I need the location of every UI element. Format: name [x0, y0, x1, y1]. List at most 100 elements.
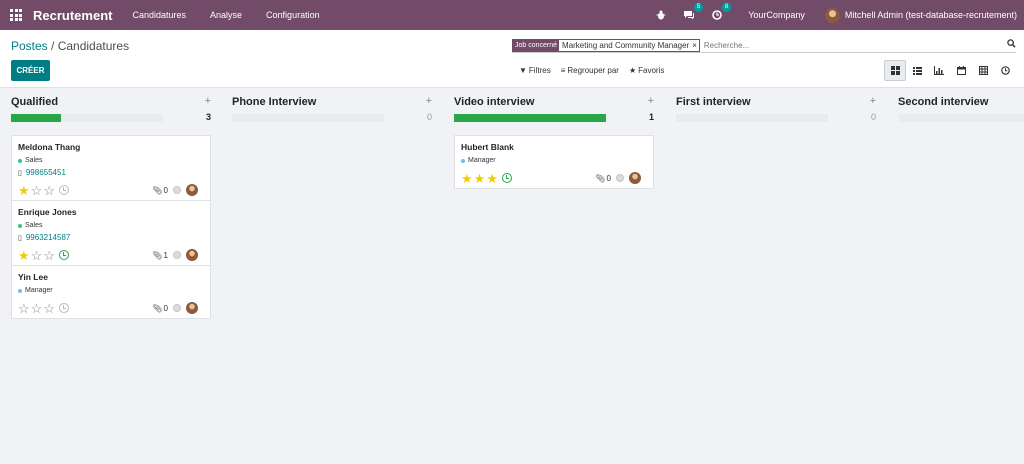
paperclip-icon: 📎︎	[595, 173, 606, 183]
kanban-card[interactable]: Enrique Jones Sales ▯ 9963214587 ★ ☆ ☆ 📎︎ 1	[12, 201, 210, 266]
kanban-state-icon[interactable]	[173, 304, 181, 312]
phone-number[interactable]: 998655451	[26, 168, 66, 177]
favorites-label: Favoris	[638, 66, 665, 75]
search-icon[interactable]	[1007, 39, 1016, 50]
favorites-button[interactable]: ★ Favoris	[629, 66, 664, 75]
menu-analyse[interactable]: Analyse	[210, 10, 242, 20]
column-title[interactable]: Phone Interview	[232, 96, 316, 108]
star-icon[interactable]: ☆	[31, 302, 43, 315]
user-menu[interactable]: Mitchell Admin (test-database-recrutemen…	[845, 10, 1017, 20]
mobile-icon: ▯	[18, 234, 22, 242]
progress-fill	[11, 114, 62, 122]
control-panel: Postes / Candidatures Job concerné Marke…	[0, 30, 1024, 88]
kanban-board: Qualified + 3 Meldona Thang Sales ▯ 99865…	[0, 89, 1024, 464]
breadcrumb: Postes / Candidatures	[11, 39, 129, 53]
activity-view-icon[interactable]	[994, 60, 1016, 81]
activity-clock-icon[interactable]	[501, 173, 512, 183]
apps-menu-icon[interactable]	[10, 9, 22, 21]
search-input[interactable]	[703, 40, 964, 50]
quick-create-button[interactable]: +	[648, 95, 654, 107]
column-progress-bar[interactable]	[676, 114, 828, 122]
assignee-avatar[interactable]	[186, 302, 198, 314]
create-button[interactable]: CRÉER	[11, 60, 50, 81]
star-icon[interactable]: ☆	[31, 184, 43, 197]
card-meta: 📎︎ 0	[152, 302, 198, 314]
quick-create-button[interactable]: +	[870, 95, 876, 107]
column-progress-bar[interactable]	[454, 114, 606, 122]
pivot-view-icon[interactable]	[972, 60, 994, 81]
column-title[interactable]: Second interview	[898, 96, 988, 108]
kanban-view-icon[interactable]	[884, 60, 906, 81]
star-icon[interactable]: ★	[474, 172, 486, 185]
star-icon[interactable]: ★	[486, 172, 498, 185]
column-progress-bar[interactable]	[898, 114, 1024, 122]
column-header: Phone Interview +	[232, 89, 432, 109]
activities-icon[interactable]: 8	[710, 3, 732, 22]
calendar-view-icon[interactable]	[950, 60, 972, 81]
bug-icon[interactable]	[654, 8, 668, 22]
column-title[interactable]: Video interview	[454, 96, 535, 108]
phone-number[interactable]: 9963214587	[26, 233, 71, 242]
star-icon[interactable]: ☆	[31, 249, 43, 262]
card-footer: ★ ★ ★ 📎︎ 0	[461, 168, 647, 188]
tag-dot-icon	[18, 158, 22, 163]
tag-label: Sales	[25, 222, 43, 229]
activity-clock-icon[interactable]	[58, 185, 69, 195]
kanban-card[interactable]: Hubert Blank Manager ★ ★ ★ 📎︎ 0	[455, 136, 653, 188]
tag: Sales	[18, 222, 204, 229]
tag-dot-icon	[461, 158, 465, 163]
column-cards: Hubert Blank Manager ★ ★ ★ 📎︎ 0	[454, 135, 654, 189]
assignee-avatar[interactable]	[186, 249, 198, 261]
attachment-count: 0	[163, 185, 168, 195]
column-header: Video interview +	[454, 89, 654, 109]
menu-candidatures[interactable]: Candidatures	[132, 10, 186, 20]
filters-button[interactable]: ▼ Filtres	[519, 66, 551, 75]
groupby-button[interactable]: ≡ Regrouper par	[561, 66, 619, 75]
list-view-icon[interactable]	[906, 60, 928, 81]
company-switcher[interactable]: YourCompany	[748, 10, 805, 20]
kanban-state-icon[interactable]	[173, 186, 181, 194]
phone: ▯ 9963214587	[18, 233, 204, 242]
menu-configuration[interactable]: Configuration	[266, 10, 320, 20]
kanban-card[interactable]: Yin Lee Manager ☆ ☆ ☆ 📎︎ 0	[12, 266, 210, 318]
assignee-avatar[interactable]	[186, 184, 198, 196]
card-footer: ★ ☆ ☆ 📎︎ 1	[18, 245, 204, 265]
star-icon[interactable]: ☆	[43, 184, 55, 197]
graph-view-icon[interactable]	[928, 60, 950, 81]
tag-dot-icon	[18, 223, 22, 228]
star-icon[interactable]: ★	[18, 249, 30, 262]
kanban-card[interactable]: Meldona Thang Sales ▯ 998655451 ★ ☆ ☆ 📎︎ 0	[12, 136, 210, 201]
progress-fill	[454, 114, 606, 122]
attachment-count: 0	[606, 173, 611, 183]
column-header: Qualified +	[11, 89, 211, 109]
star-icon[interactable]: ☆	[43, 302, 55, 315]
activity-clock-icon[interactable]	[58, 250, 69, 260]
column-cards: Meldona Thang Sales ▯ 998655451 ★ ☆ ☆ 📎︎ 0	[11, 135, 211, 319]
activity-clock-icon[interactable]	[58, 303, 69, 313]
kanban-state-icon[interactable]	[616, 174, 624, 182]
messages-badge: 5	[693, 3, 704, 12]
applicant-name: Enrique Jones	[18, 207, 77, 217]
priority-stars: ☆ ☆ ☆	[18, 302, 56, 315]
facet-close-icon[interactable]: ×	[692, 40, 699, 51]
mobile-icon: ▯	[18, 169, 22, 177]
user-avatar[interactable]	[824, 7, 840, 23]
kanban-state-icon[interactable]	[173, 251, 181, 259]
column-count: 3	[205, 112, 211, 122]
app-name[interactable]: Recrutement	[33, 8, 112, 23]
column-count: 0	[870, 112, 876, 122]
star-icon[interactable]: ★	[461, 172, 473, 185]
priority-stars: ★ ☆ ☆	[18, 184, 56, 197]
column-title[interactable]: Qualified	[11, 96, 58, 108]
quick-create-button[interactable]: +	[426, 95, 432, 107]
star-icon[interactable]: ★	[18, 184, 30, 197]
column-title[interactable]: First interview	[676, 96, 751, 108]
column-progress-bar[interactable]	[11, 114, 163, 122]
messages-icon[interactable]: 5	[682, 3, 704, 22]
column-progress-bar[interactable]	[232, 114, 384, 122]
breadcrumb-postes[interactable]: Postes	[11, 39, 48, 53]
star-icon[interactable]: ☆	[43, 249, 55, 262]
star-icon[interactable]: ☆	[18, 302, 30, 315]
quick-create-button[interactable]: +	[205, 95, 211, 107]
assignee-avatar[interactable]	[629, 172, 641, 184]
